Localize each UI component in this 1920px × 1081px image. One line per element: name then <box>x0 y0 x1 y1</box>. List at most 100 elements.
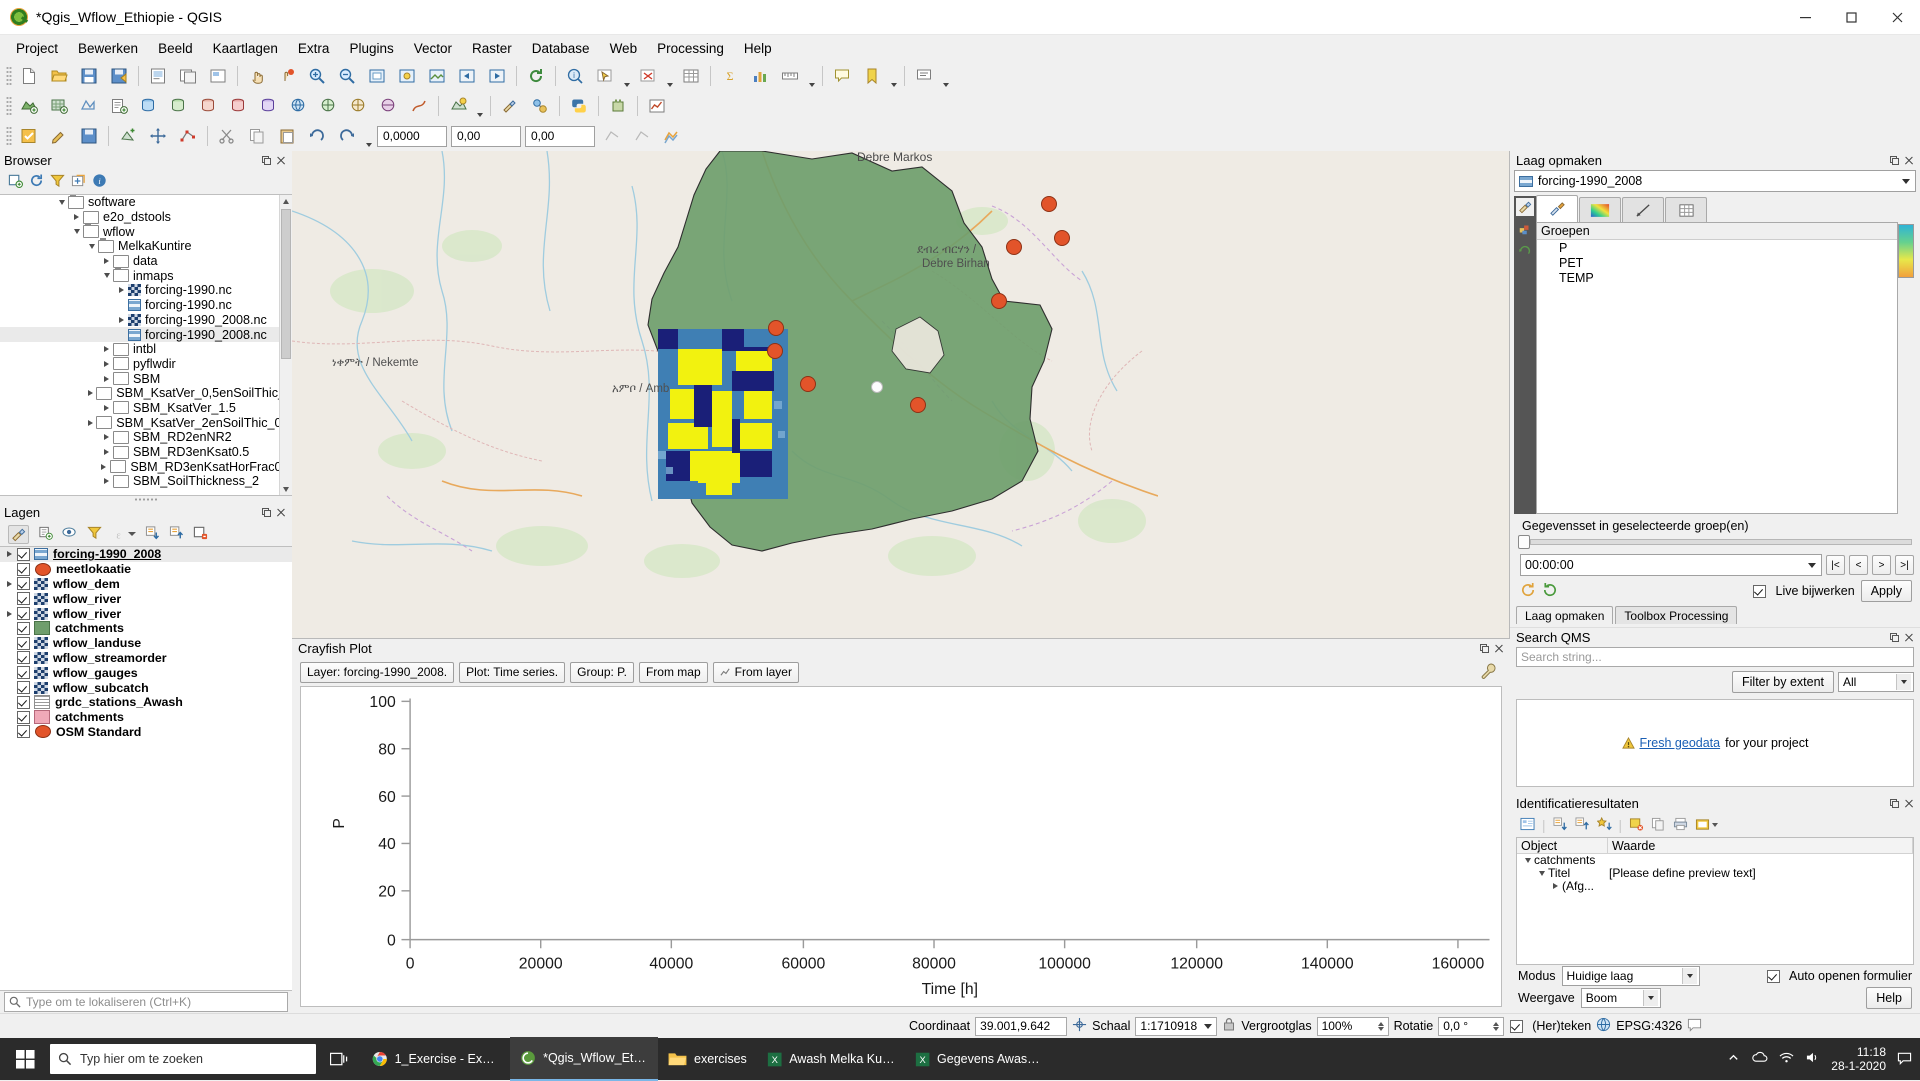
coordinate-y-field[interactable]: 0,00 <box>451 125 521 147</box>
nav-next-button[interactable]: > <box>1872 555 1891 575</box>
statistical-summary-icon[interactable] <box>746 62 774 90</box>
browser-scroll-down[interactable] <box>280 483 292 495</box>
browser-tree-item[interactable]: e2o_dstools <box>0 210 292 225</box>
add-raster-layer-icon[interactable] <box>45 92 73 120</box>
tab-source-settings[interactable] <box>1536 195 1578 222</box>
add-spatialite-layer-icon[interactable] <box>165 92 193 120</box>
apply-button[interactable]: Apply <box>1860 580 1912 602</box>
taskbar-item-exercises-folder[interactable]: exercises <box>658 1038 757 1080</box>
browser-scroll-thumb[interactable] <box>281 209 291 359</box>
group-list-item[interactable]: TEMP <box>1537 270 1897 285</box>
save-project-icon[interactable] <box>75 62 103 90</box>
tab-toolbox-processing[interactable]: Toolbox Processing <box>1615 606 1738 624</box>
browser-tree-item[interactable]: SBM_KsatVer_2enSoilThic_0,5 <box>0 415 292 430</box>
expand-all-icon[interactable] <box>145 525 160 543</box>
chevron-right-icon[interactable] <box>2 581 16 587</box>
layer-list-item[interactable]: grdc_stations_Awash <box>0 695 292 710</box>
qms-search-input[interactable]: Search string... <box>1516 647 1914 667</box>
scale-chevron-down-icon[interactable] <box>1204 1023 1213 1029</box>
group-list-item[interactable]: PET <box>1537 255 1897 270</box>
dataset-time-slider[interactable] <box>1518 535 1912 549</box>
groups-list[interactable]: Groepen P PET TEMP <box>1536 222 1898 514</box>
add-wms-layer-icon[interactable] <box>285 92 313 120</box>
crs-label[interactable]: EPSG:4326 <box>1616 1019 1682 1033</box>
wrench-icon[interactable] <box>1480 662 1502 683</box>
mode-chevron-down-icon[interactable] <box>1681 968 1697 984</box>
layer-list-item[interactable]: OSM Standard <box>0 725 292 740</box>
toggle-editing-icon[interactable] <box>45 122 73 150</box>
browser-float-button[interactable] <box>261 155 272 166</box>
nav-first-button[interactable]: |< <box>1826 555 1845 575</box>
collapse-all-icon[interactable] <box>71 173 86 191</box>
extents-toggle-icon[interactable] <box>1072 1017 1087 1035</box>
volume-icon[interactable] <box>1805 1051 1820 1067</box>
nav-prev-button[interactable]: < <box>1849 555 1868 575</box>
chevron-right-icon[interactable] <box>100 449 113 455</box>
refresh-map-icon[interactable] <box>522 62 550 90</box>
layer-visibility-checkbox[interactable] <box>17 636 30 650</box>
render-checkbox[interactable] <box>1510 1019 1524 1033</box>
toolbar-grip[interactable] <box>6 66 12 86</box>
browser-tree-item[interactable]: MelkaKuntire <box>0 237 292 254</box>
chevron-up-icon[interactable] <box>1727 1051 1740 1067</box>
identify-result-row[interactable]: catchments <box>1517 853 1913 867</box>
undo-history-icon[interactable] <box>1516 242 1534 260</box>
layer-list-item[interactable]: wflow_river <box>0 591 292 606</box>
tab-symbology[interactable] <box>1579 197 1621 222</box>
identify-result-row[interactable]: Titel [Please define preview text] <box>1517 866 1913 880</box>
minimize-button[interactable] <box>1782 0 1828 34</box>
deselect-icon[interactable] <box>634 62 662 90</box>
browser-tree-item[interactable]: SBM_RD3enKsat0.5 <box>0 445 292 460</box>
add-mssql-layer-icon[interactable] <box>195 92 223 120</box>
add-vector-layer-icon[interactable] <box>15 92 43 120</box>
browser-tree-item[interactable]: wflow <box>0 223 292 239</box>
nav-last-button[interactable]: >| <box>1895 555 1914 575</box>
chevron-right-icon[interactable] <box>1549 883 1562 889</box>
browser-tree-item[interactable]: SBM <box>0 371 292 386</box>
expression-filter-icon[interactable]: ε <box>111 527 136 542</box>
task-view-icon[interactable] <box>316 1038 362 1080</box>
help-button[interactable]: Help <box>1866 987 1912 1009</box>
layer-list-item[interactable]: wflow_gauges <box>0 665 292 680</box>
style-close-button[interactable] <box>1903 155 1914 166</box>
add-mesh-layer-icon[interactable] <box>75 92 103 120</box>
menu-processing[interactable]: Processing <box>647 37 734 60</box>
add-selected-layers-icon[interactable] <box>8 173 24 191</box>
browser-tree-item[interactable]: SBM_KsatVer_1.5 <box>0 401 292 416</box>
browser-tree-item[interactable]: SBM_SoilThickness_2 <box>0 474 292 489</box>
chevron-right-icon[interactable] <box>85 420 96 426</box>
layer-list-item[interactable]: wflow_dem <box>0 577 292 592</box>
menu-web[interactable]: Web <box>600 37 648 60</box>
live-update-checkbox[interactable] <box>1752 584 1766 598</box>
lock-icon[interactable] <box>1222 1017 1236 1035</box>
layer-select-button[interactable]: Layer: forcing-1990_2008. <box>300 661 455 683</box>
identify-result-row[interactable]: (Afg... <box>1517 879 1913 893</box>
layer-visibility-checkbox[interactable] <box>17 607 30 621</box>
chevron-down-icon[interactable] <box>100 273 113 278</box>
layer-list-item[interactable]: catchments <box>0 710 292 725</box>
qms-float-button[interactable] <box>1889 632 1900 643</box>
layer-visibility-checkbox[interactable] <box>17 592 30 606</box>
browser-tree-item[interactable]: data <box>0 254 292 269</box>
taskbar-search-input[interactable]: Typ hier om te zoeken <box>50 1044 316 1074</box>
plugin-manager-icon[interactable] <box>604 92 632 120</box>
windows-start-icon[interactable] <box>0 1038 50 1080</box>
menu-project[interactable]: Project <box>6 37 68 60</box>
remove-layer-icon[interactable] <box>193 525 208 543</box>
add-group-icon[interactable] <box>38 525 53 543</box>
open-style-manager-icon[interactable] <box>8 524 29 544</box>
taskbar-item-explorer-window[interactable]: 1_Exercise - Explori... <box>362 1038 510 1080</box>
chevron-right-icon[interactable] <box>115 287 128 293</box>
layers-float-button[interactable] <box>261 507 272 518</box>
network-icon[interactable] <box>1779 1051 1794 1067</box>
zoom-layer-icon[interactable] <box>423 62 451 90</box>
pan-to-selection-icon[interactable] <box>273 62 301 90</box>
zoom-next-icon[interactable] <box>483 62 511 90</box>
qms-close-button[interactable] <box>1903 632 1914 643</box>
map-tips-icon[interactable] <box>828 62 856 90</box>
qms-filter-chevron-icon[interactable] <box>1896 674 1911 690</box>
identify-view-combo[interactable]: Boom <box>1580 988 1661 1008</box>
chevron-right-icon[interactable] <box>70 214 83 220</box>
vertex-snap-icon[interactable] <box>598 122 626 150</box>
python-console-icon[interactable] <box>565 92 593 120</box>
